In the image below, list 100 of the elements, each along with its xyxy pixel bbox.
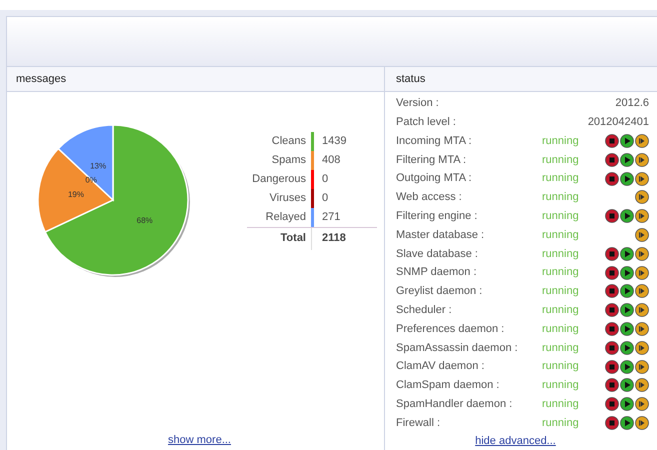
service-state: running	[542, 322, 579, 337]
play-icon[interactable]	[620, 416, 634, 430]
stop-icon[interactable]	[605, 322, 619, 336]
play-icon[interactable]	[620, 378, 634, 392]
stop-icon[interactable]	[605, 246, 619, 261]
service-state: running	[542, 152, 579, 168]
service-state: running	[542, 246, 579, 262]
status-label: Filtering engine :	[396, 208, 478, 224]
play-icon[interactable]	[620, 284, 634, 298]
service-state: running	[542, 378, 579, 394]
play-icon[interactable]	[620, 152, 634, 167]
status-label: Slave database :	[396, 246, 479, 262]
restart-icon[interactable]	[635, 172, 649, 186]
restart-icon[interactable]	[635, 246, 649, 261]
stop-icon[interactable]	[605, 397, 619, 412]
restart-icon[interactable]	[635, 397, 649, 412]
stop-icon[interactable]	[605, 209, 619, 224]
restart-icon[interactable]	[635, 416, 649, 430]
service-state: running	[542, 302, 579, 318]
stop-icon[interactable]	[605, 284, 619, 298]
restart-icon[interactable]	[635, 360, 649, 374]
slice-label: 13%	[90, 162, 106, 171]
restart-icon[interactable]	[635, 134, 649, 148]
play-icon[interactable]	[620, 303, 634, 318]
status-value: 2012.6	[615, 96, 649, 112]
status-label: Scheduler :	[396, 302, 453, 318]
stop-icon[interactable]	[605, 134, 619, 148]
status-label: Filtering MTA :	[396, 152, 468, 168]
play-icon[interactable]	[620, 322, 634, 336]
status-label: Incoming MTA :	[396, 134, 473, 149]
status-label: ClamAV daemon :	[396, 359, 486, 374]
status-label: Web access :	[396, 190, 463, 206]
restart-icon[interactable]	[635, 209, 649, 224]
service-state: running	[542, 359, 579, 374]
service-state: running	[542, 190, 579, 206]
service-state: running	[542, 284, 579, 300]
legend-value: 0	[321, 172, 328, 188]
status-label: SpamHandler daemon :	[396, 396, 514, 412]
status-value: 2012042401	[588, 114, 649, 130]
legend-value: 1439	[321, 134, 346, 150]
restart-icon[interactable]	[635, 340, 649, 355]
panel-header: status	[385, 67, 657, 92]
service-state: running	[542, 171, 579, 186]
hide-advanced-link[interactable]: hide advanced...	[475, 433, 556, 450]
stop-icon[interactable]	[605, 303, 619, 318]
legend-value: 408	[321, 153, 340, 168]
status-label: Master database :	[396, 228, 486, 243]
play-icon[interactable]	[620, 397, 634, 412]
legend-label: Relayed	[264, 210, 307, 226]
show-more-link[interactable]: show more...	[168, 432, 231, 448]
play-icon[interactable]	[620, 134, 634, 148]
stop-icon[interactable]	[605, 360, 619, 374]
slice-label: 19%	[68, 190, 84, 200]
stop-icon[interactable]	[605, 172, 619, 186]
status-label: Outgoing MTA :	[396, 171, 473, 186]
status-label: Preferences daemon :	[396, 322, 506, 337]
status-label: Patch level :	[396, 114, 457, 130]
stop-icon[interactable]	[605, 378, 619, 392]
restart-icon[interactable]	[635, 228, 649, 242]
restart-icon[interactable]	[635, 266, 649, 280]
service-state: running	[542, 396, 579, 412]
stop-icon[interactable]	[605, 266, 619, 280]
service-state: running	[542, 134, 579, 149]
status-label: Greylist daemon :	[396, 284, 484, 300]
total-label: Total	[280, 231, 307, 246]
status-label: SpamAssassin daemon :	[396, 340, 519, 356]
restart-icon[interactable]	[635, 303, 649, 318]
restart-icon[interactable]	[635, 284, 649, 298]
legend-label: Cleans	[270, 134, 307, 150]
status-label: SNMP daemon :	[396, 265, 478, 280]
legend-label: Dangerous	[251, 172, 307, 188]
play-icon[interactable]	[620, 209, 634, 224]
stop-icon[interactable]	[605, 152, 619, 167]
play-icon[interactable]	[620, 360, 634, 374]
status-label: ClamSpam daemon :	[396, 378, 500, 394]
service-state: running	[542, 340, 579, 356]
legend-value: 271	[321, 210, 340, 226]
restart-icon[interactable]	[635, 190, 649, 204]
service-state: running	[542, 416, 579, 431]
legend-value: 0	[321, 191, 328, 206]
status-label: Version :	[396, 96, 440, 112]
stop-icon[interactable]	[605, 416, 619, 430]
slice-label: 68%	[136, 216, 153, 226]
status-label: Firewall :	[396, 416, 442, 431]
stop-icon[interactable]	[605, 340, 619, 355]
service-state: running	[542, 265, 579, 280]
restart-icon[interactable]	[635, 322, 649, 336]
play-icon[interactable]	[620, 246, 634, 261]
service-state: running	[542, 228, 579, 243]
restart-icon[interactable]	[635, 152, 649, 167]
slice-label: 0%	[85, 175, 97, 184]
total-value: 2118	[321, 231, 346, 246]
play-icon[interactable]	[620, 340, 634, 355]
service-state: running	[542, 208, 579, 224]
legend-label: Spams	[270, 153, 307, 168]
restart-icon[interactable]	[635, 378, 649, 392]
panel-header: messages	[7, 67, 384, 92]
play-icon[interactable]	[620, 266, 634, 280]
play-icon[interactable]	[620, 172, 634, 186]
legend-label: Viruses	[268, 191, 307, 206]
